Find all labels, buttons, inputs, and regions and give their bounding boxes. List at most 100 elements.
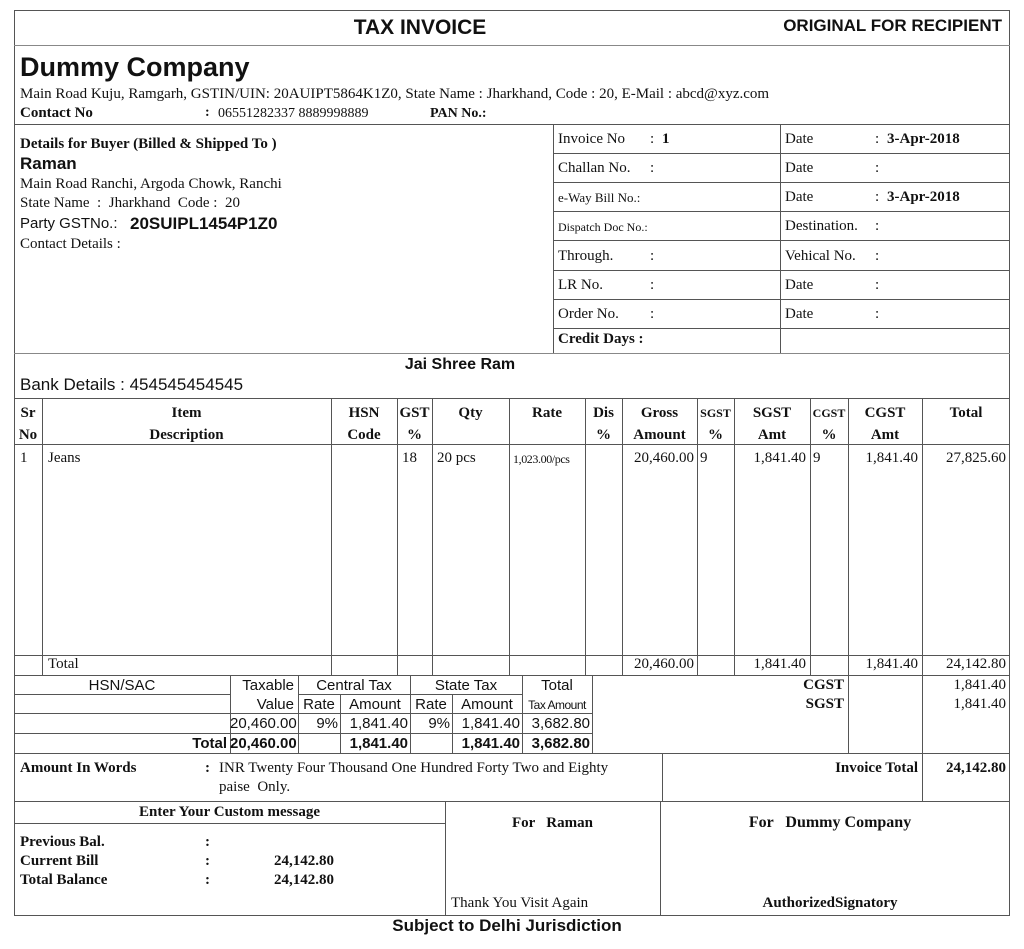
col-header-line: Dis <box>593 405 614 421</box>
contact-sep: : <box>205 105 210 120</box>
col-header-line: Amt <box>757 427 787 443</box>
col-header-description: Item Description <box>42 402 331 446</box>
total-label: Total <box>48 656 79 672</box>
total-cgst-amt: 1,841.40 <box>865 656 919 672</box>
eway-date-value: 3-Apr-2018 <box>887 189 960 205</box>
hsn-state-amount: 1,841.40 <box>461 715 520 732</box>
order-date-sep: : <box>875 306 880 322</box>
order-date-label: Date <box>785 306 814 322</box>
previous-bal-sep: : <box>205 834 210 850</box>
invoice-no-label: Invoice No <box>558 131 626 147</box>
col-header-qty: Qty <box>432 402 509 424</box>
col-header-line: HSN <box>348 405 380 421</box>
col-header-sgst-amt: SGST Amt <box>734 402 810 446</box>
divider <box>14 753 1010 754</box>
eway-date-label: Date <box>785 189 814 205</box>
col-header-sr: Sr No <box>14 402 42 446</box>
pan-label: PAN No.: <box>430 106 487 121</box>
custom-message[interactable]: Enter Your Custom message <box>14 804 445 821</box>
total-tax-header-2: Tax Amount <box>528 698 586 712</box>
credit-days-label: Credit Days : <box>558 331 644 347</box>
cell-sgst-amt: 1,841.40 <box>753 450 807 466</box>
dispatch-doc-label: Dispatch Doc No.: <box>558 220 648 234</box>
buyer-address: Main Road Ranchi, Argoda Chowk, Ranchi <box>20 176 282 192</box>
total-tax-header-1: Total <box>541 677 573 694</box>
invoice-total-label: Invoice Total <box>835 760 918 776</box>
col-header-gst: GST% <box>397 402 432 446</box>
order-no-label: Order No. <box>558 306 619 322</box>
challan-date-label: Date <box>785 160 814 176</box>
hsn-taxable: 20,460.00 <box>230 715 297 732</box>
col-header-line: Total <box>949 405 983 421</box>
col-header-line: Qty <box>458 405 483 421</box>
divider <box>553 328 1010 329</box>
hsn-state-rate: 9% <box>428 715 450 732</box>
current-bill-sep: : <box>205 853 210 869</box>
col-header-line: % <box>596 427 611 443</box>
date-label: Date <box>785 131 814 147</box>
thank-you-note: Thank You Visit Again <box>451 895 589 911</box>
divider <box>553 211 1010 212</box>
col-header-line: % <box>708 427 723 443</box>
hsn-total-tax: 3,682.80 <box>531 735 590 752</box>
amount-words-label: Amount In Words <box>20 760 137 776</box>
divider <box>14 733 592 734</box>
divider <box>592 675 593 753</box>
col-header-line: Item <box>171 405 202 421</box>
total-balance-label: Total Balance <box>20 872 108 888</box>
divider <box>553 182 1010 183</box>
total-balance-sep: : <box>205 872 210 888</box>
through-sep: : <box>650 248 655 264</box>
hsn-central-amount: 1,841.40 <box>349 715 408 732</box>
col-header-line: % <box>407 427 422 443</box>
state-rate-header: Rate <box>415 696 447 713</box>
cell-gross: 20,460.00 <box>634 450 694 466</box>
hsn-total-central-amount: 1,841.40 <box>349 735 408 752</box>
cell-rate: 1,023.00/pcs <box>513 452 570 466</box>
divider <box>14 713 592 714</box>
col-header-line: CGST <box>812 406 846 420</box>
col-header-gross: Gross Amount <box>622 402 697 446</box>
divider <box>553 153 1010 154</box>
company-address: Main Road Kuju, Ramgarh, GSTIN/UIN: 20AU… <box>20 86 770 102</box>
vehicle-no-sep: : <box>875 248 880 264</box>
lr-no-label: LR No. <box>558 277 603 293</box>
col-header-dis: Dis% <box>585 402 622 446</box>
divider <box>14 398 1010 399</box>
total-grand: 24,142.80 <box>946 656 1006 672</box>
col-header-cgst-pct: CGST% <box>810 402 848 446</box>
col-header-line: Description <box>149 427 224 443</box>
bank-details: Bank Details : 454545454545 <box>20 375 244 394</box>
cell-sgst-pct: 9 <box>700 450 708 466</box>
cgst-total-value: 1,841.40 <box>953 677 1007 693</box>
through-label: Through. <box>558 248 614 264</box>
authorized-signatory: AuthorizedSignatory <box>762 895 898 911</box>
amount-words-sep: : <box>205 760 210 776</box>
date-sep: : <box>875 131 880 147</box>
lr-no-sep: : <box>650 277 655 293</box>
total-sgst-amt: 1,841.40 <box>753 656 807 672</box>
cell-total: 27,825.60 <box>946 450 1006 466</box>
company-signature-label: For Dummy Company <box>748 814 912 831</box>
divider <box>14 124 1010 125</box>
state-tax-header: State Tax <box>434 677 498 694</box>
col-header-line: CGST <box>864 405 906 421</box>
taxable-header-2: Value <box>256 696 294 713</box>
central-rate-header: Rate <box>303 696 335 713</box>
buyer-gst-value: 20SUIPL1454P1Z0 <box>130 214 278 233</box>
contact-value: 06551282337 8889998889 <box>218 106 369 121</box>
greeting-text: Jai Shree Ram <box>404 356 516 373</box>
divider <box>14 353 1010 354</box>
divider <box>14 45 1010 46</box>
col-header-line: SGST <box>752 405 792 421</box>
invoice-no-sep: : <box>650 131 655 147</box>
central-amount-header: Amount <box>349 696 401 713</box>
buyer-heading: Details for Buyer (Billed & Shipped To ) <box>20 136 277 152</box>
sgst-total-value: 1,841.40 <box>953 696 1007 712</box>
col-header-hsn: HSN Code <box>331 402 397 446</box>
challan-no-label: Challan No. <box>558 160 631 176</box>
divider <box>509 398 510 675</box>
previous-bal-label: Previous Bal. <box>20 834 105 850</box>
eway-bill-label: e-Way Bill No.: <box>558 190 641 205</box>
hsn-header: HSN/SAC <box>88 677 156 694</box>
